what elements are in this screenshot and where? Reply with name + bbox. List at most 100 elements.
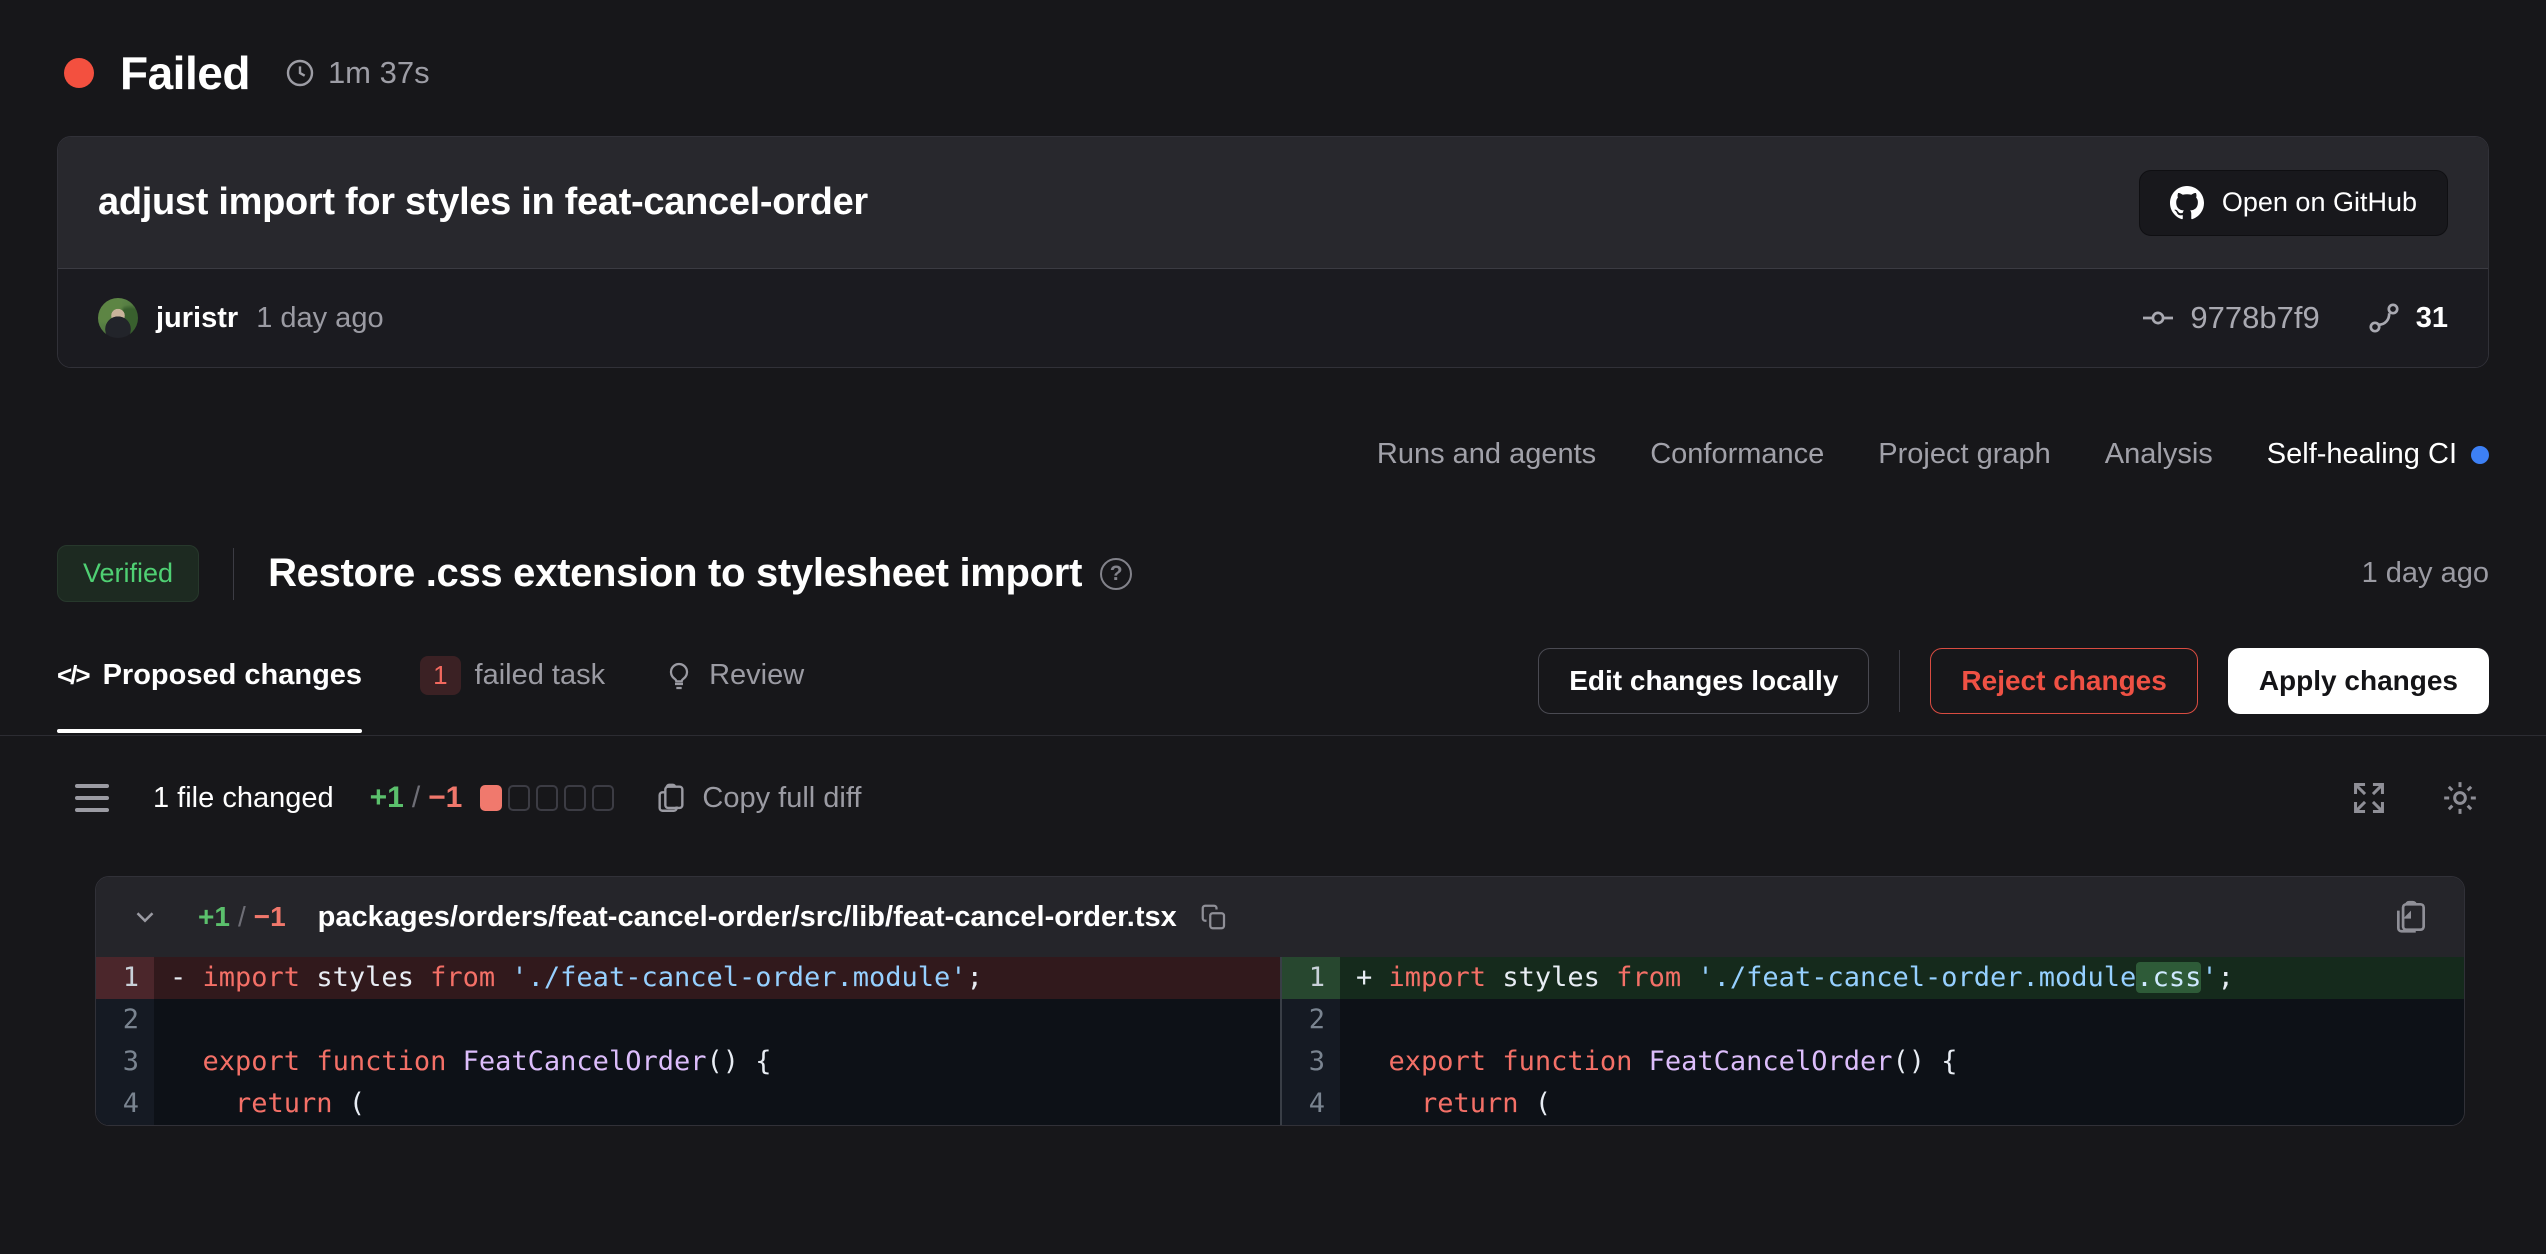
line-number: 3 <box>96 1041 154 1083</box>
github-button-label: Open on GitHub <box>2222 187 2417 218</box>
file-list-menu-icon[interactable] <box>75 784 109 812</box>
copy-file-diff-button[interactable] <box>2392 898 2430 936</box>
commit-time: 1 day ago <box>256 302 383 335</box>
duration: 1m 37s <box>284 55 430 91</box>
author-name: juristr <box>156 302 238 335</box>
tab-failed-task[interactable]: 1 failed task <box>420 656 605 735</box>
diff-file-header: +1 / −1 packages/orders/feat-cancel-orde… <box>96 877 2464 957</box>
divider <box>1899 650 1900 712</box>
top-nav: Runs and agents Conformance Project grap… <box>57 438 2489 471</box>
copy-full-diff-button[interactable]: Copy full diff <box>654 781 861 815</box>
code-line <box>1340 999 2464 1041</box>
file-path: packages/orders/feat-cancel-order/src/li… <box>318 901 1177 934</box>
tab-review-label: Review <box>709 659 804 692</box>
expand-fullscreen-button[interactable] <box>2350 779 2388 817</box>
github-icon <box>2170 186 2204 220</box>
file-diffstat: +1 / −1 <box>198 901 286 933</box>
diff-file-card: +1 / −1 packages/orders/feat-cancel-orde… <box>95 876 2465 1126</box>
code-line: return ( <box>1340 1083 2464 1125</box>
diff-line: 2 <box>1282 999 2464 1041</box>
nav-item-self-healing-ci[interactable]: Self-healing CI <box>2267 438 2489 471</box>
copy-icon <box>1199 902 1229 932</box>
code-line: export function FeatCancelOrder() { <box>154 1041 1280 1083</box>
status-label: Failed <box>120 46 250 100</box>
edit-changes-locally-button[interactable]: Edit changes locally <box>1538 648 1869 714</box>
duration-text: 1m 37s <box>328 55 430 91</box>
gear-icon <box>2440 778 2480 818</box>
diff-toolbar: 1 file changed +1 / −1 Copy full diff <box>75 778 2480 818</box>
diff-body: 1- import styles from './feat-cancel-ord… <box>96 957 2464 1125</box>
clipboard-icon <box>654 781 688 815</box>
code-icon: </> <box>57 660 89 691</box>
line-number: 1 <box>96 957 154 999</box>
branch-item[interactable]: 31 <box>2366 300 2448 336</box>
commit-sha-item[interactable]: 9778b7f9 <box>2140 300 2319 336</box>
nav-item-project-graph[interactable]: Project graph <box>1878 438 2051 471</box>
git-branch-icon <box>2366 300 2402 336</box>
apply-changes-button[interactable]: Apply changes <box>2228 648 2489 714</box>
clock-icon <box>284 57 316 89</box>
copy-path-button[interactable] <box>1199 902 1229 932</box>
clipboard-file-icon <box>2392 898 2430 936</box>
diff-line: 4 return ( <box>96 1083 1280 1125</box>
notification-dot-icon <box>2471 446 2489 464</box>
diff-line: 1- import styles from './feat-cancel-ord… <box>96 957 1280 999</box>
settings-button[interactable] <box>2440 778 2480 818</box>
expand-icon <box>2350 779 2388 817</box>
diffstat-blocks <box>480 785 614 811</box>
code-line: export function FeatCancelOrder() { <box>1340 1041 2464 1083</box>
additions-count: +1 <box>370 781 404 815</box>
line-number: 2 <box>1282 999 1340 1041</box>
tab-proposed-changes-label: Proposed changes <box>103 659 362 692</box>
copy-full-diff-label: Copy full diff <box>702 782 861 815</box>
lightbulb-icon <box>663 660 695 692</box>
diff-line: 2 <box>96 999 1280 1041</box>
tab-review[interactable]: Review <box>663 659 804 732</box>
diff-line: 4 return ( <box>1282 1083 2464 1125</box>
fix-time: 1 day ago <box>2362 557 2489 590</box>
self-healing-ci-page: Failed 1m 37s adjust import for styles i… <box>0 46 2546 1254</box>
collapse-chevron-icon[interactable] <box>130 902 160 932</box>
failed-status-icon <box>64 58 94 88</box>
diff-pane-new[interactable]: 1+ import styles from './feat-cancel-ord… <box>1280 957 2464 1125</box>
commit-card-meta: juristr 1 day ago 9778b7f9 31 <box>58 268 2488 367</box>
open-on-github-button[interactable]: Open on GitHub <box>2139 170 2448 236</box>
commit-refs: 9778b7f9 31 <box>2140 300 2448 336</box>
code-line <box>154 999 1280 1041</box>
commit-card: adjust import for styles in feat-cancel-… <box>57 136 2489 368</box>
line-number: 4 <box>96 1083 154 1125</box>
fix-header: Verified Restore .css extension to style… <box>57 545 2489 602</box>
diff-pane-old[interactable]: 1- import styles from './feat-cancel-ord… <box>96 957 1280 1125</box>
nav-item-analysis[interactable]: Analysis <box>2105 438 2213 471</box>
line-number: 3 <box>1282 1041 1340 1083</box>
line-number: 1 <box>1282 957 1340 999</box>
verified-badge: Verified <box>57 545 199 602</box>
help-icon[interactable]: ? <box>1100 558 1132 590</box>
nav-active-label: Self-healing CI <box>2267 438 2457 471</box>
fix-title: Restore .css extension to stylesheet imp… <box>268 551 1082 596</box>
nav-item-runs-and-agents[interactable]: Runs and agents <box>1377 438 1596 471</box>
commit-title: adjust import for styles in feat-cancel-… <box>98 181 868 224</box>
deletions-count: −1 <box>428 781 462 815</box>
reject-changes-button[interactable]: Reject changes <box>1930 648 2197 714</box>
code-line: return ( <box>154 1083 1280 1125</box>
diff-line: 1+ import styles from './feat-cancel-ord… <box>1282 957 2464 999</box>
commit-author: juristr 1 day ago <box>98 298 384 338</box>
tabs: </> Proposed changes 1 failed task Revie… <box>57 648 804 735</box>
nav-item-conformance[interactable]: Conformance <box>1650 438 1824 471</box>
code-line: + import styles from './feat-cancel-orde… <box>1340 957 2464 999</box>
status-header: Failed 1m 37s <box>64 46 2486 100</box>
line-number: 2 <box>96 999 154 1041</box>
line-number: 4 <box>1282 1083 1340 1125</box>
commit-icon <box>2140 300 2176 336</box>
avatar[interactable] <box>98 298 138 338</box>
commit-sha: 9778b7f9 <box>2190 300 2319 336</box>
tab-failed-task-label: failed task <box>475 659 606 692</box>
files-changed-label: 1 file changed <box>153 782 334 815</box>
branch-count: 31 <box>2416 302 2448 335</box>
tab-proposed-changes[interactable]: </> Proposed changes <box>57 659 362 732</box>
commit-card-header: adjust import for styles in feat-cancel-… <box>58 137 2488 268</box>
diff-line: 3 export function FeatCancelOrder() { <box>1282 1041 2464 1083</box>
failed-count-badge: 1 <box>420 656 460 695</box>
code-line: - import styles from './feat-cancel-orde… <box>154 957 1280 999</box>
